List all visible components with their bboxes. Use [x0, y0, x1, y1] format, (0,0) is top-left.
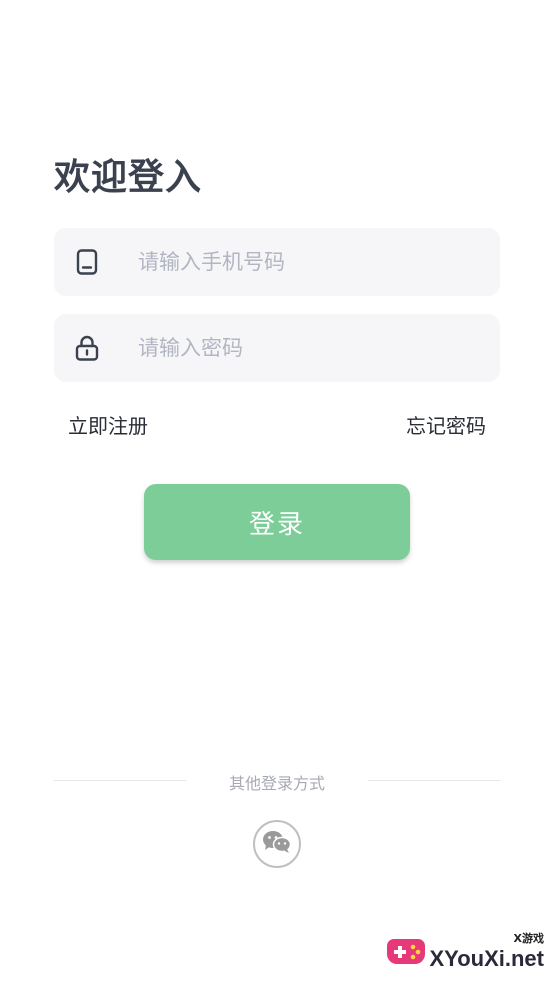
gamepad-logo-icon [386, 931, 426, 971]
wechat-icon [262, 830, 292, 858]
watermark-big-text: XYouXi.net [429, 946, 545, 971]
register-link[interactable]: 立即注册 [68, 410, 148, 439]
login-button[interactable]: 登录 [144, 484, 410, 560]
divider-line-left [54, 780, 186, 781]
watermark: X游戏 XYouXi.net [386, 930, 545, 972]
phone-icon [74, 249, 100, 275]
password-field[interactable] [54, 314, 500, 382]
password-input[interactable] [136, 335, 470, 361]
wechat-login-button[interactable] [253, 820, 301, 868]
phone-field[interactable] [54, 228, 500, 296]
divider-line-right [368, 780, 500, 781]
page-title: 欢迎登入 [54, 157, 203, 198]
lock-icon [74, 335, 100, 361]
other-login-label: 其他登录方式 [228, 774, 325, 793]
login-page: 欢迎登入 立即注册 忘记密码 登录 其他登录方式 [0, 0, 554, 986]
phone-input[interactable] [136, 249, 470, 275]
forgot-password-link[interactable]: 忘记密码 [406, 410, 486, 439]
watermark-small-text: X游戏 [513, 932, 544, 945]
